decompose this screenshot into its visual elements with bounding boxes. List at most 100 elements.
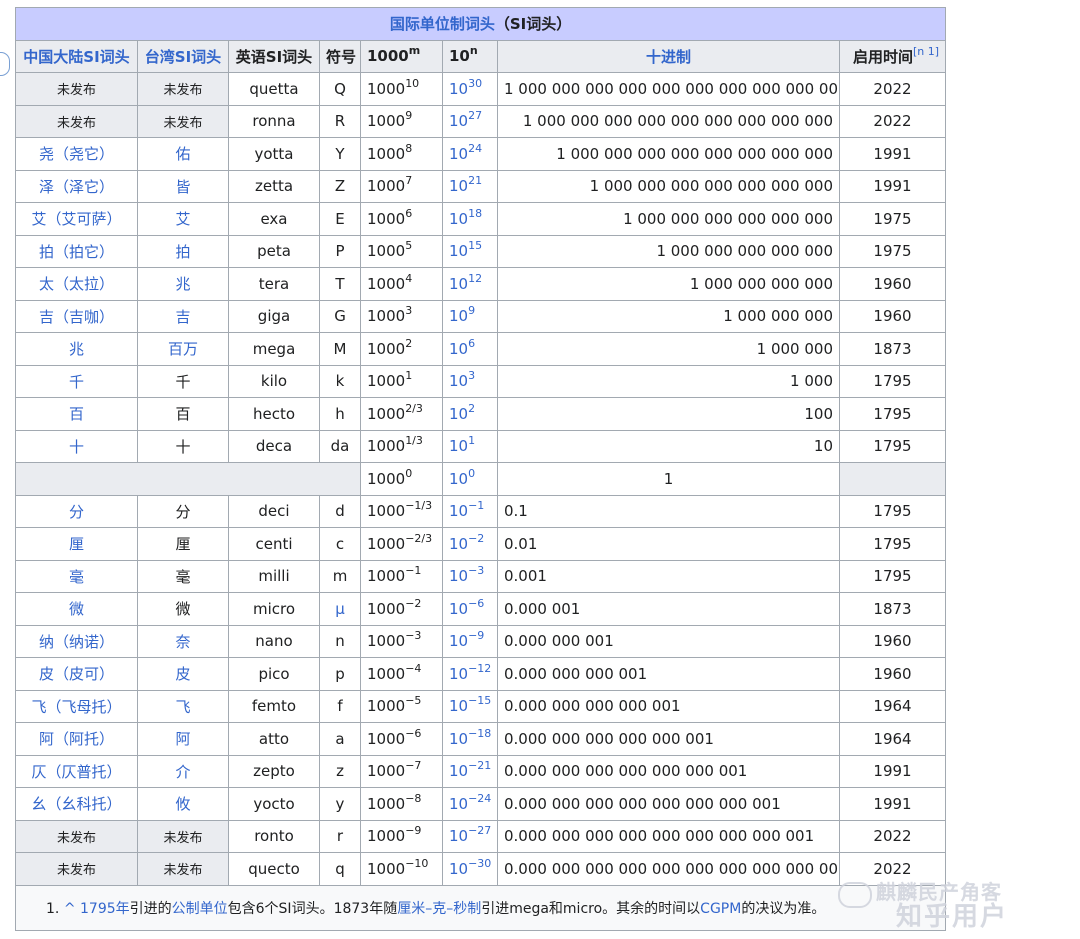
table-row: 仄（仄普托）介 zepto z 1000−7 10−21 0.000 000 000 00… [15, 754, 947, 788]
cn-prefix-cell[interactable]: 幺（幺科托） [15, 787, 138, 821]
power-10-cell[interactable]: 10−9 [442, 624, 498, 658]
power-10-cell[interactable]: 10−2 [442, 527, 498, 561]
cn-prefix-cell[interactable]: 尧（尧它） [15, 137, 138, 171]
decimal-cell: 0.000 000 000 000 001 [497, 689, 840, 723]
header-symbol: 符号 [319, 39, 361, 73]
cn-prefix-cell[interactable]: 分 [15, 494, 138, 528]
header-decimal[interactable]: 十进制 [497, 39, 840, 73]
tw-prefix-cell[interactable]: 兆 [137, 267, 229, 301]
power-10-cell[interactable]: 10−15 [442, 689, 498, 723]
power-10-cell[interactable]: 10−30 [442, 852, 498, 886]
tw-prefix-cell[interactable]: 拍 [137, 234, 229, 268]
cn-prefix-cell[interactable]: 太（太拉） [15, 267, 138, 301]
header-cn-prefix[interactable]: 中国大陆SI词头 [15, 39, 138, 73]
tw-prefix-cell[interactable]: 皆 [137, 169, 229, 203]
tw-prefix-cell[interactable]: 奈 [137, 624, 229, 658]
power-10-cell[interactable]: 1021 [442, 169, 498, 203]
power-1000-cell: 10004 [360, 267, 443, 301]
tw-prefix-cell[interactable]: 艾 [137, 202, 229, 236]
note-ref-link[interactable]: [n 1] [913, 45, 939, 58]
power-10-cell[interactable]: 103 [442, 364, 498, 398]
unit-row: 10000 100 1 [15, 462, 947, 496]
en-prefix-cell: quecto [228, 852, 320, 886]
decimal-cell: 10 [497, 429, 840, 463]
en-prefix-cell: exa [228, 202, 320, 236]
cn-prefix-cell[interactable]: 微 [15, 592, 138, 626]
cn-prefix-cell[interactable]: 十 [15, 429, 138, 463]
power-10-cell[interactable]: 1024 [442, 137, 498, 171]
footnote-text: 的决议为准。 [741, 900, 826, 917]
symbol-cell[interactable]: μ [319, 592, 361, 626]
table-row: 吉（吉咖）吉 giga G 10003 109 1 000 000 000 1960 [15, 299, 947, 333]
cn-prefix-cell[interactable]: 飞（飞母托） [15, 689, 138, 723]
footnote-link-cgpm[interactable]: CGPM [700, 901, 741, 917]
footnote-link-1795[interactable]: 1795年 [80, 901, 130, 917]
en-prefix-cell: ronto [228, 819, 320, 853]
cn-prefix-cell[interactable]: 厘 [15, 527, 138, 561]
power-10-cell[interactable]: 1012 [442, 267, 498, 301]
cn-prefix-cell: 未发布 [15, 104, 138, 138]
footnote-row: 1. ^ 1795年引进的公制单位包含6个SI词头。1873年随厘米–克–秒制引… [14, 884, 947, 931]
cn-prefix-cell[interactable]: 千 [15, 364, 138, 398]
table-row: 阿（阿托）阿 atto a 1000−6 10−18 0.000 000 000 000 … [15, 722, 947, 756]
power-10-cell[interactable]: 102 [442, 397, 498, 431]
header-tw-prefix[interactable]: 台湾SI词头 [137, 39, 229, 73]
caption-link[interactable]: 国际单位制词头 [390, 15, 495, 33]
cn-prefix-cell[interactable]: 拍（拍它） [15, 234, 138, 268]
power-10-cell[interactable]: 1030 [442, 72, 498, 106]
year-cell: 1873 [838, 592, 947, 626]
power-10-cell[interactable]: 10−18 [442, 722, 498, 756]
symbol-cell: q [319, 852, 361, 886]
power-10-cell[interactable]: 100 [442, 462, 498, 496]
en-prefix-cell: atto [228, 722, 320, 756]
side-toggle-handle[interactable] [0, 52, 10, 76]
power-10-cell[interactable]: 1027 [442, 104, 498, 138]
decimal-cell: 1 000 000 000 000 000 000 [497, 202, 840, 236]
cn-prefix-cell[interactable]: 百 [15, 397, 138, 431]
power-10-cell[interactable]: 109 [442, 299, 498, 333]
cn-prefix-cell[interactable]: 艾（艾可萨） [15, 202, 138, 236]
cn-prefix-cell[interactable]: 仄（仄普托） [15, 754, 138, 788]
empty-cell [838, 462, 947, 496]
table-caption-row: 国际单位制词头（SI词头） [14, 7, 947, 41]
power-10-cell[interactable]: 10−24 [442, 787, 498, 821]
year-cell: 1964 [838, 722, 947, 756]
power-10-cell[interactable]: 10−1 [442, 494, 498, 528]
decimal-cell: 1 000 000 000 000 000 000 000 000 000 [497, 104, 840, 138]
table-caption: 国际单位制词头（SI词头） [14, 7, 947, 41]
tw-prefix-cell[interactable]: 百万 [137, 332, 229, 366]
power-10-cell[interactable]: 10−12 [442, 657, 498, 691]
footnote-link-cgs[interactable]: 厘米–克–秒制 [397, 901, 481, 917]
tw-prefix-cell[interactable]: 皮 [137, 657, 229, 691]
table-row: 未发布 未发布 ronto r 1000−9 10−27 0.000 000 000 000… [15, 819, 947, 853]
tw-prefix-cell[interactable]: 飞 [137, 689, 229, 723]
tw-prefix-cell: 微 [137, 592, 229, 626]
power-1000-cell: 10006 [360, 202, 443, 236]
tw-prefix-cell[interactable]: 阿 [137, 722, 229, 756]
footnote-link-metric[interactable]: 公制单位 [172, 901, 228, 917]
cn-prefix-cell[interactable]: 泽（泽它） [15, 169, 138, 203]
cn-prefix-cell[interactable]: 纳（纳诺） [15, 624, 138, 658]
cn-prefix-cell[interactable]: 兆 [15, 332, 138, 366]
footnote-caret-link[interactable]: ^ [64, 901, 76, 917]
year-cell: 1975 [838, 202, 947, 236]
power-10-cell[interactable]: 1018 [442, 202, 498, 236]
power-10-cell[interactable]: 1015 [442, 234, 498, 268]
cn-prefix-cell[interactable]: 毫 [15, 559, 138, 593]
power-10-cell[interactable]: 10−3 [442, 559, 498, 593]
tw-prefix-cell[interactable]: 介 [137, 754, 229, 788]
power-1000-cell: 1000−2/3 [360, 527, 443, 561]
year-cell: 1795 [838, 559, 947, 593]
tw-prefix-cell[interactable]: 攸 [137, 787, 229, 821]
symbol-cell: p [319, 657, 361, 691]
cn-prefix-cell[interactable]: 吉（吉咖） [15, 299, 138, 333]
cn-prefix-cell[interactable]: 皮（皮可） [15, 657, 138, 691]
tw-prefix-cell[interactable]: 吉 [137, 299, 229, 333]
power-10-cell[interactable]: 10−6 [442, 592, 498, 626]
cn-prefix-cell[interactable]: 阿（阿托） [15, 722, 138, 756]
power-10-cell[interactable]: 101 [442, 429, 498, 463]
power-10-cell[interactable]: 10−21 [442, 754, 498, 788]
power-10-cell[interactable]: 10−27 [442, 819, 498, 853]
power-10-cell[interactable]: 106 [442, 332, 498, 366]
tw-prefix-cell[interactable]: 佑 [137, 137, 229, 171]
